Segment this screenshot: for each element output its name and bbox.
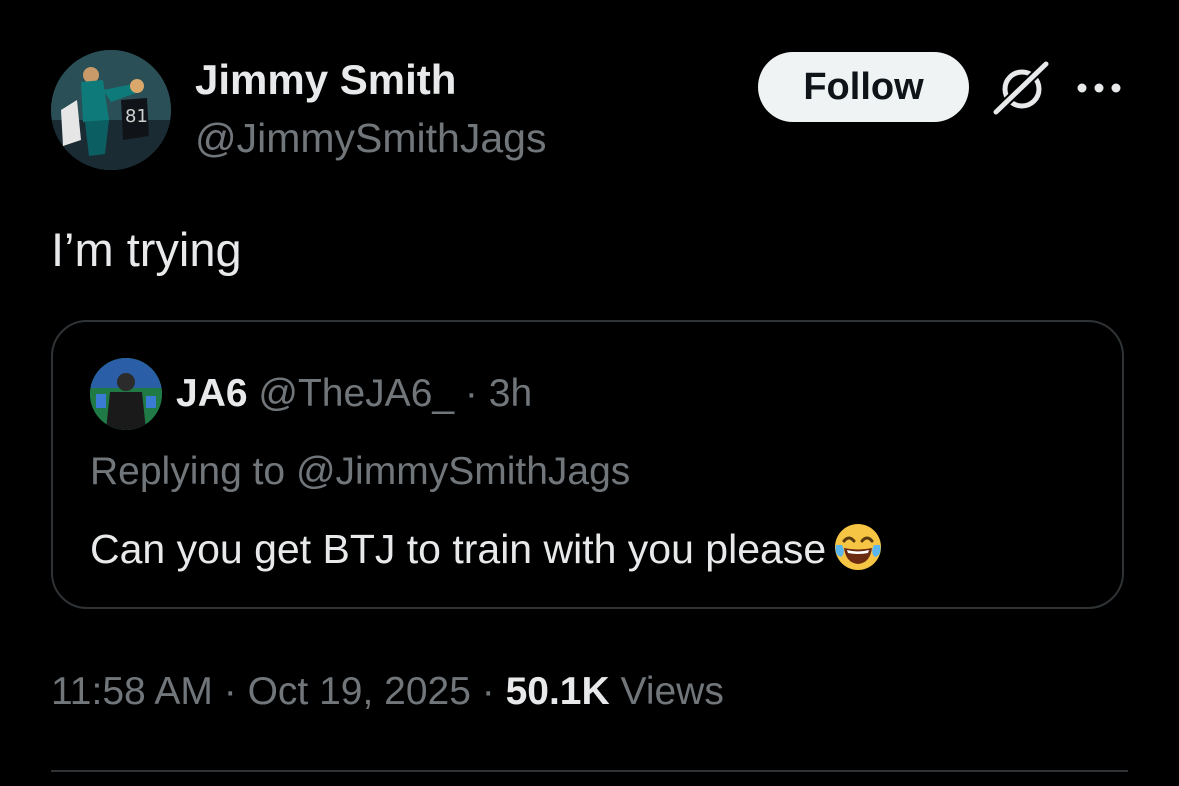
views-label: Views bbox=[620, 670, 724, 713]
tweet-meta: 11:58 AM · Oct 19, 2025 · 50.1K Views bbox=[51, 668, 724, 716]
avatar-photo-icon: 81 bbox=[51, 50, 171, 170]
grok-icon[interactable] bbox=[992, 60, 1052, 116]
replying-prefix: Replying to bbox=[90, 450, 286, 493]
quote-age[interactable]: 3h bbox=[489, 372, 532, 415]
views-count[interactable]: 50.1K bbox=[506, 670, 610, 713]
tweet-time[interactable]: 11:58 AM bbox=[51, 670, 213, 713]
quote-text-content: Can you get BTJ to train with you please bbox=[90, 526, 827, 572]
meta-separator: · bbox=[223, 670, 237, 713]
quote-text: Can you get BTJ to train with you please bbox=[90, 521, 884, 573]
replying-handle[interactable]: @JimmySmithJags bbox=[296, 450, 630, 493]
divider bbox=[51, 770, 1128, 772]
quote-author-avatar[interactable] bbox=[90, 358, 162, 430]
author-handle[interactable]: @JimmySmithJags bbox=[195, 114, 546, 162]
follow-button[interactable]: Follow bbox=[758, 52, 969, 122]
tweet-text: I’m trying bbox=[51, 223, 242, 276]
svg-text:81: 81 bbox=[125, 106, 148, 127]
author-avatar[interactable]: 81 bbox=[51, 50, 171, 170]
quote-avatar-photo-icon bbox=[90, 358, 162, 430]
quote-separator: · bbox=[464, 372, 478, 415]
meta-separator: · bbox=[481, 670, 495, 713]
replying-to-line: Replying to @JimmySmithJags bbox=[90, 449, 630, 495]
more-icon[interactable] bbox=[1074, 74, 1124, 102]
face-with-tears-of-joy-icon bbox=[832, 521, 884, 573]
quote-header: JA6 @TheJA6_ · 3h bbox=[176, 371, 532, 417]
tweet-date[interactable]: Oct 19, 2025 bbox=[248, 670, 471, 713]
author-display-name[interactable]: Jimmy Smith bbox=[195, 56, 456, 104]
quote-author-name[interactable]: JA6 bbox=[176, 372, 248, 415]
quote-author-handle[interactable]: @TheJA6_ bbox=[258, 372, 454, 415]
